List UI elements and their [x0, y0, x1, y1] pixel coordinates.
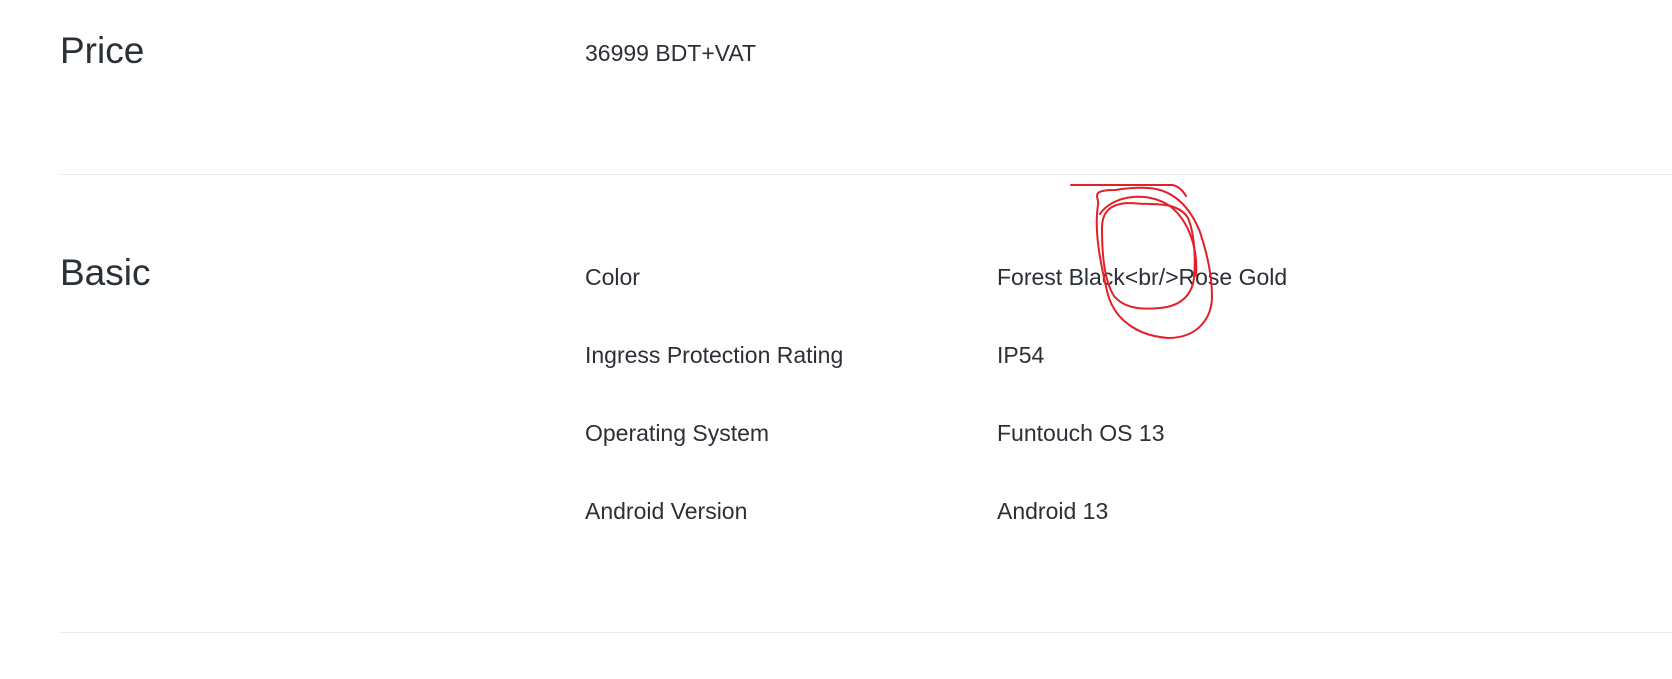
spec-label: Color	[585, 264, 640, 290]
annotation-top-line	[1070, 184, 1187, 197]
spec-value: IP54	[997, 342, 1045, 368]
section-divider	[60, 174, 1672, 175]
spec-label: Operating System	[585, 420, 770, 446]
spec-page: Price 36999 BDT+VAT Basic Color Forest B…	[0, 0, 1672, 679]
spec-row-operating-system: Operating System Funtouch OS 13	[585, 420, 1585, 450]
section-divider	[60, 632, 1672, 633]
price-section-title: Price	[60, 30, 145, 71]
spec-value: Android 13	[997, 498, 1109, 524]
annotation-outer-loop	[1095, 186, 1213, 339]
basic-section-title: Basic	[60, 252, 151, 293]
spec-label: Ingress Protection Rating	[585, 342, 844, 368]
spec-row-ingress-protection: Ingress Protection Rating IP54	[585, 342, 1585, 372]
red-circle-annotation	[1070, 184, 1213, 339]
spec-value: Forest Black<br/>Rose Gold	[997, 264, 1288, 290]
spec-label: Android Version	[585, 498, 748, 524]
spec-row-color: Color Forest Black<br/>Rose Gold	[585, 264, 1585, 294]
spec-row-android-version: Android Version Android 13	[585, 498, 1585, 528]
price-value: 36999 BDT+VAT	[585, 40, 757, 66]
spec-value: Funtouch OS 13	[997, 420, 1165, 446]
